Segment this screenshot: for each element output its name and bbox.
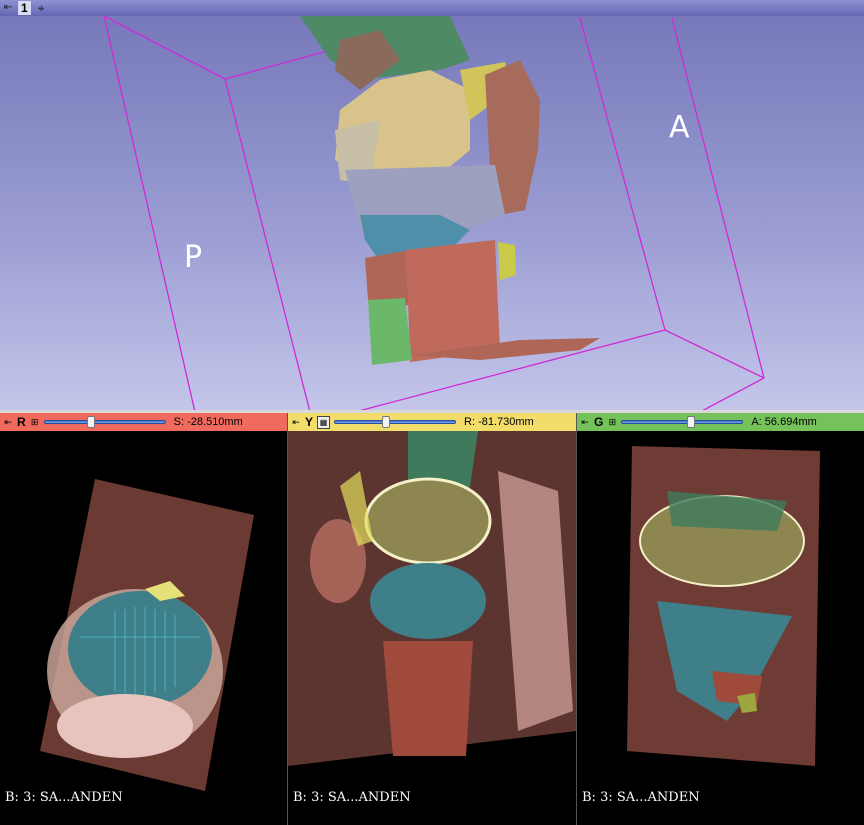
3d-view-controller-bar: ⇤ 1 ⌖ — [0, 0, 864, 16]
pin-icon[interactable]: ⇤ — [291, 417, 301, 428]
slice-controller-green: ⇤ G ⊞ A: 56.694mm — [577, 413, 864, 431]
view-label: G — [594, 415, 604, 429]
slice-view-red[interactable]: ⇤ R ⊞ S: -28.510mm B: 3: SA...ANDEN — [0, 413, 287, 825]
view-label: Y — [305, 415, 314, 429]
background-layer-label: B: 3: SA...ANDEN — [5, 790, 123, 805]
slice-offset-value: A: 56.694mm — [751, 416, 817, 428]
view-number: 1 — [18, 1, 31, 15]
slice-view-yellow[interactable]: ⇤ Y ▦ R: -81.730mm B: 3: SA...ANDEN — [288, 413, 576, 825]
background-layer-label: B: 3: SA...ANDEN — [582, 790, 700, 805]
slice-offset-slider[interactable] — [621, 416, 744, 428]
link-icon[interactable]: ▦ — [317, 415, 331, 429]
orientation-label-right: A — [669, 110, 690, 145]
link-icon[interactable]: ⊞ — [607, 417, 617, 428]
pin-icon[interactable]: ⇤ — [3, 417, 13, 428]
sagittal-slice-image — [288, 431, 576, 766]
pin-icon[interactable]: ⇤ — [580, 417, 590, 428]
axial-slice-image — [40, 479, 254, 791]
coronal-slice-image — [627, 446, 820, 766]
link-icon[interactable]: ⊞ — [30, 417, 40, 428]
slice-offset-value: S: -28.510mm — [173, 416, 243, 428]
orientation-label-left: P — [184, 240, 203, 275]
3d-view[interactable]: ⇤ 1 ⌖ P A — [0, 0, 864, 412]
center-view-icon[interactable]: ⌖ — [35, 1, 48, 15]
view-label: R — [17, 415, 26, 429]
slider-handle[interactable] — [381, 416, 390, 428]
3d-render[interactable] — [0, 0, 864, 412]
slice-offset-value: R: -81.730mm — [464, 416, 534, 428]
slice-offset-slider[interactable] — [43, 416, 166, 428]
slider-handle[interactable] — [687, 416, 696, 428]
knee-model — [300, 16, 600, 365]
slice-view-green[interactable]: ⇤ G ⊞ A: 56.694mm B: 3: SA...ANDEN — [577, 413, 864, 825]
slice-controller-yellow: ⇤ Y ▦ R: -81.730mm — [288, 413, 576, 431]
slider-handle[interactable] — [86, 416, 95, 428]
pin-icon[interactable]: ⇤ — [2, 2, 14, 14]
slice-controller-red: ⇤ R ⊞ S: -28.510mm — [0, 413, 287, 431]
background-layer-label: B: 3: SA...ANDEN — [293, 790, 411, 805]
slice-offset-slider[interactable] — [334, 416, 457, 428]
